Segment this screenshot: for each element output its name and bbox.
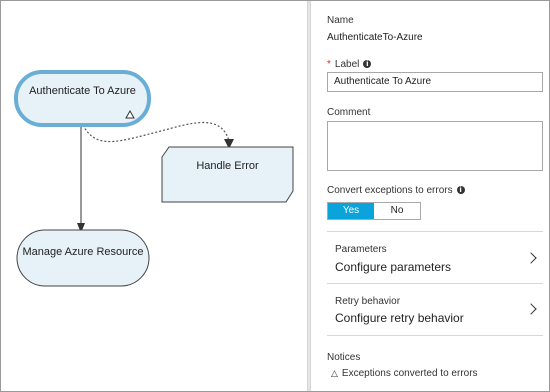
flow-diagram xyxy=(14,70,294,287)
node-manage[interactable] xyxy=(16,229,150,287)
divider xyxy=(327,231,543,232)
notices-title: Notices xyxy=(327,352,361,363)
divider xyxy=(327,283,543,284)
label-input[interactable]: Authenticate To Azure xyxy=(327,72,543,92)
convert-exceptions-label: Convert exceptions to errors i xyxy=(327,185,465,196)
graphical-canvas[interactable]: Authenticate To Azure Handle Error Manag… xyxy=(1,1,307,391)
convert-exceptions-text: Convert exceptions to errors xyxy=(327,185,453,196)
info-icon[interactable]: i xyxy=(456,186,465,194)
notice-item: △ Exceptions converted to errors xyxy=(331,368,478,379)
retry-value: Configure retry behavior xyxy=(335,311,464,325)
label-field-label: * Label i xyxy=(327,59,372,70)
parameters-title: Parameters xyxy=(335,244,387,255)
convert-exceptions-toggle[interactable]: Yes No xyxy=(327,202,421,220)
warning-triangle-icon: △ xyxy=(331,369,338,379)
chevron-right-icon xyxy=(525,303,537,315)
toggle-no-option[interactable]: No xyxy=(374,203,420,219)
parameters-value: Configure parameters xyxy=(335,260,452,274)
name-value: AuthenticateTo-Azure xyxy=(327,32,423,43)
activity-properties-panel: Name AuthenticateTo-Azure * Label i Authen… xyxy=(311,1,549,391)
required-mark: * xyxy=(327,59,331,70)
comment-textarea[interactable] xyxy=(327,121,543,171)
comment-label: Comment xyxy=(327,107,371,118)
info-icon[interactable]: i xyxy=(363,60,372,68)
name-label: Name xyxy=(327,15,354,26)
node-authenticate-label: Authenticate To Azure xyxy=(29,85,136,97)
node-handle-error[interactable] xyxy=(161,146,294,203)
retry-title: Retry behavior xyxy=(335,296,401,307)
label-label-text: Label xyxy=(334,59,360,70)
runbook-editor: Authenticate To Azure Handle Error Manag… xyxy=(0,0,550,392)
chevron-right-icon xyxy=(525,252,537,264)
node-handle-error-label: Handle Error xyxy=(196,160,259,172)
divider xyxy=(327,335,543,336)
notice-text: Exceptions converted to errors xyxy=(341,368,478,379)
toggle-yes-option[interactable]: Yes xyxy=(328,203,374,219)
node-manage-label: Manage Azure Resource xyxy=(22,246,144,258)
